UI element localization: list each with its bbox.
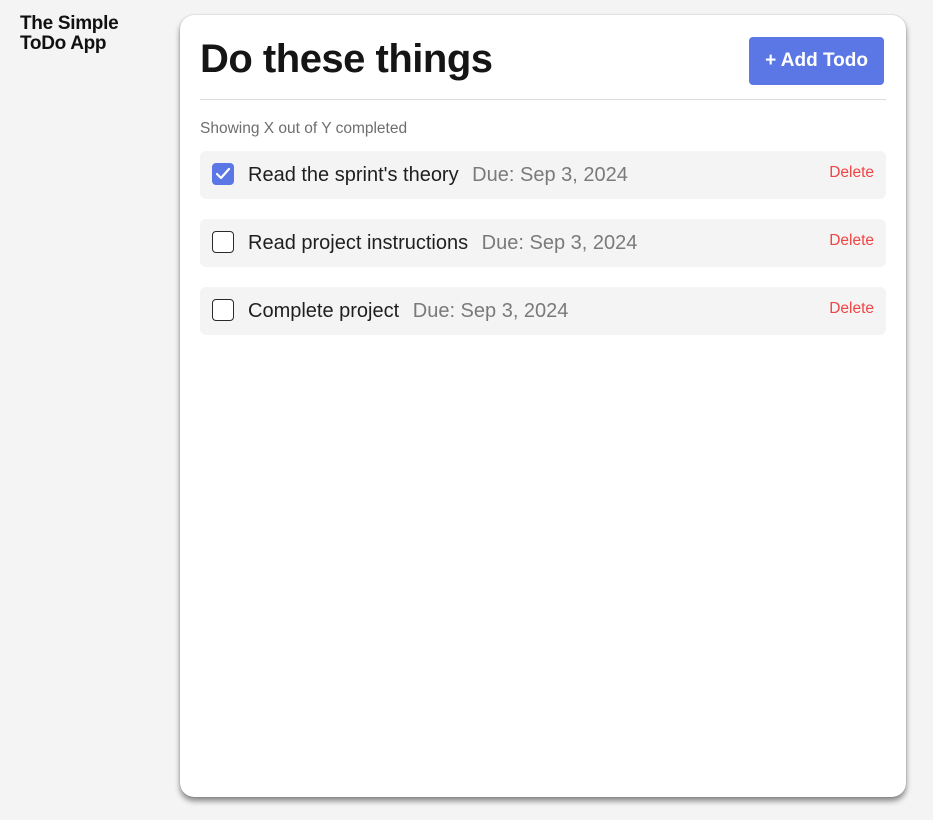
todo-text: Complete project Due: Sep 3, 2024: [248, 300, 568, 322]
page-title: Do these things: [200, 37, 493, 81]
todo-due-date: Due: Sep 3, 2024: [412, 300, 569, 322]
todo-checkbox[interactable]: [212, 163, 234, 185]
todo-card: Do these things + Add Todo Showing X out…: [180, 15, 906, 797]
todo-checkbox[interactable]: [212, 231, 234, 253]
delete-button[interactable]: Delete: [829, 232, 874, 250]
todo-item: Read the sprint's theory Due: Sep 3, 202…: [200, 151, 886, 199]
delete-button[interactable]: Delete: [829, 300, 874, 318]
delete-button[interactable]: Delete: [829, 164, 874, 182]
card-header: Do these things + Add Todo: [200, 37, 886, 100]
check-icon: [215, 167, 231, 180]
todo-due-date: Due: Sep 3, 2024: [481, 232, 638, 254]
todo-text: Read the sprint's theory Due: Sep 3, 202…: [248, 164, 628, 186]
todo-item: Read project instructions Due: Sep 3, 20…: [200, 219, 886, 267]
app-title: The Simple ToDo App: [20, 13, 119, 54]
todo-title: Read the sprint's theory: [248, 164, 459, 186]
todo-text: Read project instructions Due: Sep 3, 20…: [248, 232, 637, 254]
todo-title: Read project instructions: [248, 232, 469, 254]
todo-title: Complete project: [248, 300, 400, 322]
todo-due-date: Due: Sep 3, 2024: [472, 164, 628, 186]
completion-status: Showing X out of Y completed: [200, 120, 408, 137]
todo-item: Complete project Due: Sep 3, 2024 Delete: [200, 287, 886, 335]
todo-list: Read the sprint's theory Due: Sep 3, 202…: [200, 151, 886, 355]
todo-checkbox[interactable]: [212, 299, 234, 321]
add-todo-button[interactable]: + Add Todo: [749, 37, 884, 85]
